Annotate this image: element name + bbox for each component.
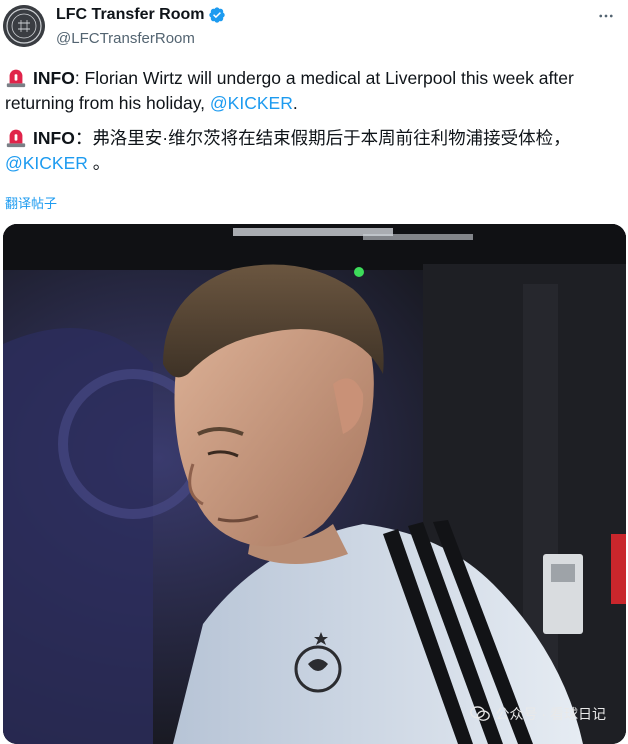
user-handle[interactable]: @LFCTransferRoom bbox=[56, 30, 195, 47]
avatar[interactable] bbox=[3, 5, 45, 47]
wechat-icon bbox=[469, 706, 490, 721]
verified-badge-icon bbox=[209, 7, 226, 23]
mention-link[interactable]: @KICKER bbox=[210, 93, 293, 113]
player-photo bbox=[3, 224, 626, 744]
more-options-icon bbox=[599, 14, 613, 18]
tweet-paragraph-chinese: INFO：弗洛里安·维尔茨将在结束假期后于本周前往利物浦接受体检， @KICKER… bbox=[5, 126, 625, 176]
trailing-punct: . bbox=[292, 93, 298, 113]
more-options-button[interactable] bbox=[594, 6, 618, 26]
info-label: INFO bbox=[33, 68, 75, 88]
tweet-paragraph-english: INFO: Florian Wirtz will undergo a medic… bbox=[5, 66, 625, 116]
translate-post-link[interactable]: 翻译帖子 bbox=[5, 193, 57, 212]
mention-link[interactable]: @KICKER bbox=[5, 153, 88, 173]
info-label: INFO bbox=[33, 128, 75, 148]
display-name[interactable]: LFC Transfer Room bbox=[56, 6, 204, 24]
tweet-header: LFC Transfer Room @LFCTransferRoom bbox=[0, 0, 628, 56]
watermark: 公众号 · 看球日记 bbox=[469, 704, 606, 724]
trailing-punct: 。 bbox=[87, 153, 111, 173]
watermark-text: 公众号 · 看球日记 bbox=[495, 706, 606, 722]
siren-emoji-icon bbox=[6, 69, 26, 88]
lfc-transfer-room-logo-icon bbox=[3, 5, 45, 47]
separator: ： bbox=[74, 128, 93, 148]
separator: : bbox=[74, 68, 85, 88]
tweet-media-photo[interactable]: 公众号 · 看球日记 bbox=[3, 224, 626, 744]
tweet-text: 弗洛里安·维尔茨将在结束假期后于本周前往利物浦接受体检， bbox=[92, 128, 571, 148]
siren-emoji-icon bbox=[6, 129, 26, 148]
